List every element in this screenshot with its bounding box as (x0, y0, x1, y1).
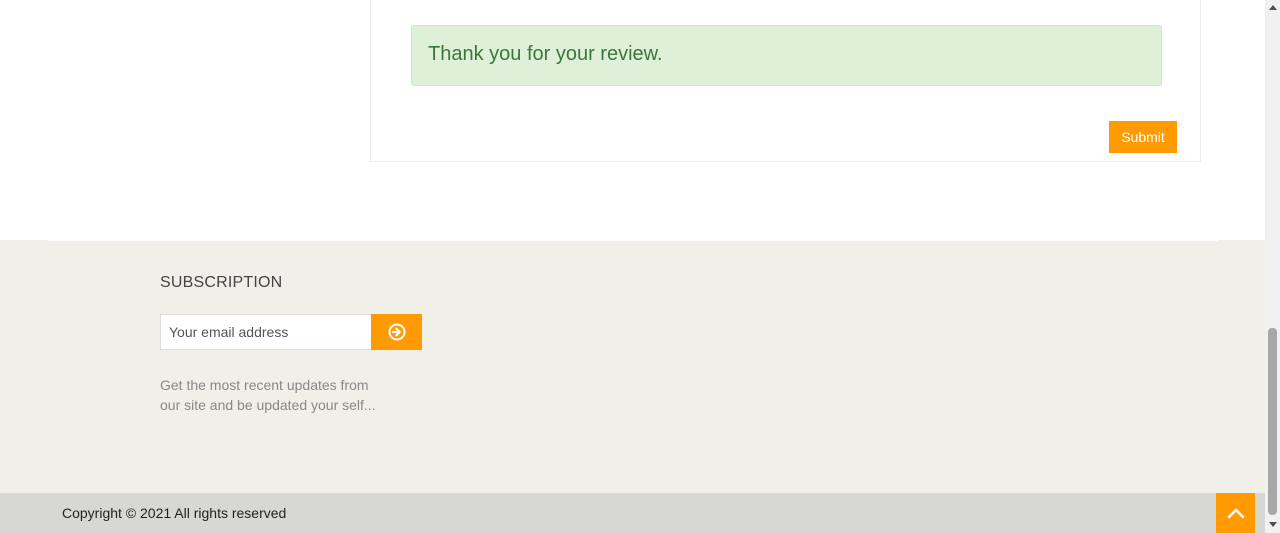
scroll-down-arrow-icon[interactable] (1269, 522, 1277, 527)
subscription-title: SUBSCRIPTION (160, 274, 283, 291)
scrollbar-thumb[interactable] (1268, 328, 1277, 515)
footer-subscription-section: SUBSCRIPTION Get the most recent updates… (0, 240, 1265, 493)
back-to-top-button[interactable] (1216, 493, 1255, 533)
arrow-circle-right-icon (388, 323, 405, 341)
vertical-scrollbar[interactable] (1265, 0, 1280, 533)
scroll-up-arrow-icon[interactable] (1269, 5, 1277, 10)
page: Thank you for your review. Submit SUBSCR… (0, 0, 1280, 533)
subscription-description: Get the most recent updates from our sit… (160, 377, 376, 413)
chevron-up-icon (1227, 508, 1244, 519)
review-success-alert: Thank you for your review. (411, 25, 1162, 86)
footer-divider (48, 240, 1218, 241)
copyright-bar: Copyright © 2021 All rights reserved (0, 493, 1265, 533)
copyright-text: Copyright © 2021 All rights reserved (62, 505, 287, 521)
review-panel: Thank you for your review. Submit (370, 0, 1201, 162)
email-input[interactable] (160, 314, 372, 350)
submit-button[interactable]: Submit (1109, 121, 1177, 153)
subscribe-button[interactable] (371, 314, 422, 350)
